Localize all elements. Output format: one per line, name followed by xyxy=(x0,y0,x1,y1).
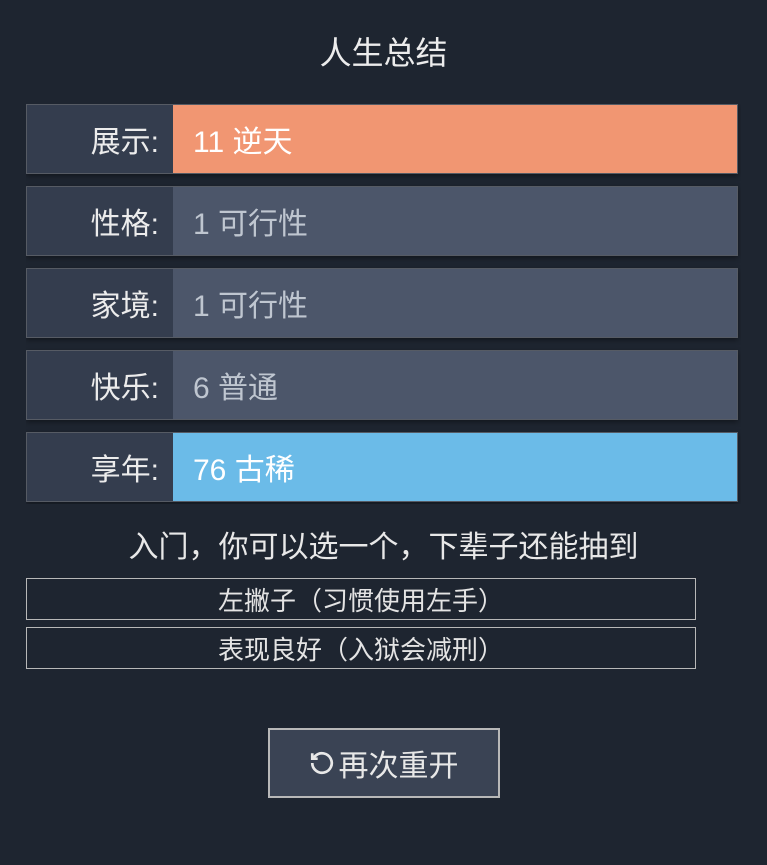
stat-label: 快乐: xyxy=(27,351,173,419)
stat-row: 性格: 1 可行性 xyxy=(26,186,738,256)
stat-label: 享年: xyxy=(27,433,173,501)
page-title: 人生总结 xyxy=(319,28,447,74)
stat-value: 76 古稀 xyxy=(173,433,737,501)
stat-row: 享年: 76 古稀 xyxy=(26,432,738,502)
stat-value: 11 逆天 xyxy=(173,105,737,173)
restart-icon xyxy=(309,750,335,776)
talent-container[interactable]: 左撇子（习惯使用左手） 表现良好（入狱会减刑） xyxy=(26,578,741,683)
stat-label: 性格: xyxy=(27,187,173,255)
restart-button-label: 再次重开 xyxy=(339,741,459,785)
stat-label: 家境: xyxy=(27,269,173,337)
stats-container[interactable]: 展示: 11 逆天 性格: 1 可行性 家境: 1 可行性 快乐: 6 普通 享… xyxy=(26,104,741,504)
stat-row: 展示: 11 逆天 xyxy=(26,104,738,174)
stat-label: 展示: xyxy=(27,105,173,173)
restart-button[interactable]: 再次重开 xyxy=(268,728,500,798)
stat-row: 家境: 1 可行性 xyxy=(26,268,738,338)
stat-value: 1 可行性 xyxy=(173,269,737,337)
stat-value: 6 普通 xyxy=(173,351,737,419)
stat-value: 1 可行性 xyxy=(173,187,737,255)
talent-item[interactable]: 表现良好（入狱会减刑） xyxy=(26,627,696,669)
talent-item[interactable]: 左撇子（习惯使用左手） xyxy=(26,578,696,620)
talent-section: 入门，你可以选一个，下辈子还能抽到 左撇子（习惯使用左手） 表现良好（入狱会减刑… xyxy=(26,522,741,683)
stat-row: 快乐: 6 普通 xyxy=(26,350,738,420)
talent-prompt: 入门，你可以选一个，下辈子还能抽到 xyxy=(129,522,639,566)
